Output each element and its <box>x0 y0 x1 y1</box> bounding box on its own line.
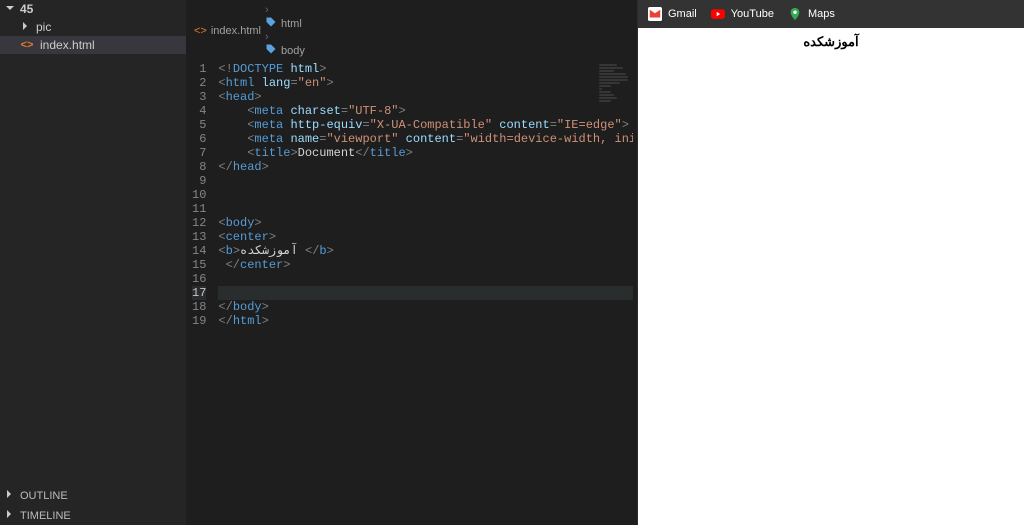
bookmark-youtube[interactable]: YouTube <box>711 7 774 21</box>
code-line[interactable]: <title>Document</title> <box>218 146 633 160</box>
tag-icon <box>265 43 277 58</box>
chevron-right-icon <box>20 20 30 34</box>
preview-body: آموزشکده <box>638 28 1024 525</box>
code-line[interactable] <box>218 174 633 188</box>
breadcrumb-segment[interactable]: html <box>265 16 305 31</box>
chevron-right-icon <box>4 509 16 522</box>
tree-item-label: index.html <box>40 38 95 52</box>
html-file-icon: <> <box>20 38 34 52</box>
line-number-gutter: 12345678910111213141516171819 <box>186 62 218 525</box>
code-line[interactable]: <head> <box>218 90 633 104</box>
code-line[interactable]: <meta http-equiv="X-UA-Compatible" conte… <box>218 118 633 132</box>
code-line[interactable]: <!DOCTYPE html> <box>218 62 633 76</box>
tag-icon <box>265 16 277 31</box>
code-line[interactable]: </center> <box>218 258 633 272</box>
editor: <> index.html › html › body 123456789101… <box>186 0 633 525</box>
tree-file[interactable]: <> index.html <box>0 36 186 54</box>
tree-item-label: pic <box>36 20 51 34</box>
code-area[interactable]: <!DOCTYPE html><html lang="en"><head> <m… <box>218 62 633 525</box>
code-line[interactable]: <meta charset="UTF-8"> <box>218 104 633 118</box>
code-line[interactable]: </body> <box>218 300 633 314</box>
explorer-root[interactable]: 45 <box>0 0 186 18</box>
explorer-sidebar: 45 pic<> index.html OUTLINETIMELINE <box>0 0 186 525</box>
code-line[interactable] <box>218 286 633 300</box>
bookmark-gmail[interactable]: Gmail <box>648 7 697 21</box>
html-file-icon: <> <box>194 25 207 37</box>
panel-timeline[interactable]: TIMELINE <box>0 505 186 525</box>
code-line[interactable]: <center> <box>218 230 633 244</box>
code-line[interactable]: </html> <box>218 314 633 328</box>
code-line[interactable] <box>218 202 633 216</box>
code-line[interactable] <box>218 188 633 202</box>
bookmarks-bar: Gmail YouTube Maps <box>638 0 1024 28</box>
code-line[interactable]: <meta name="viewport" content="width=dev… <box>218 132 633 146</box>
preview-pane: Gmail YouTube Maps آموزشکده <box>637 0 1024 525</box>
code-line[interactable]: <html lang="en"> <box>218 76 633 90</box>
root-folder-label: 45 <box>20 2 33 16</box>
chevron-right-icon <box>4 489 16 502</box>
code-line[interactable]: <body> <box>218 216 633 230</box>
breadcrumb: <> index.html › html › body <box>186 0 633 62</box>
code-line[interactable]: <b>آموزشکده </b> <box>218 244 633 258</box>
breadcrumb-segment[interactable]: body <box>265 43 305 58</box>
breadcrumb-file[interactable]: <> index.html <box>194 25 261 37</box>
tree-folder[interactable]: pic <box>0 18 186 36</box>
preview-heading: آموزشکده <box>803 34 858 49</box>
panel-outline[interactable]: OUTLINE <box>0 485 186 505</box>
maps-icon <box>788 7 802 21</box>
code-line[interactable] <box>218 272 633 286</box>
gmail-icon <box>648 7 662 21</box>
chevron-down-icon <box>4 2 16 16</box>
code-line[interactable]: </head> <box>218 160 633 174</box>
youtube-icon <box>711 7 725 21</box>
bookmark-maps[interactable]: Maps <box>788 7 835 21</box>
